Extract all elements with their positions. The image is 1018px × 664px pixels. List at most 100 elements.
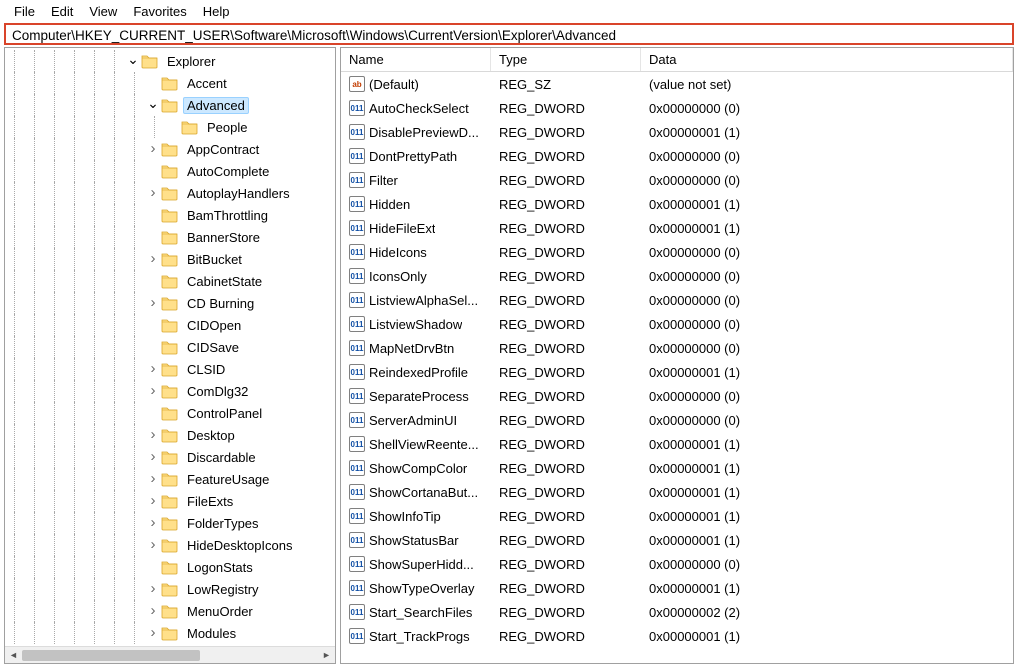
tree-item[interactable]: ›ComDlg32	[5, 380, 335, 402]
tree-scroll[interactable]: ⌄ExplorerAccent⌄AdvancedPeople›AppContra…	[5, 48, 335, 646]
tree-item[interactable]: ›HideDesktopIcons	[5, 534, 335, 556]
tree-item[interactable]: Accent	[5, 72, 335, 94]
chevron-right-icon[interactable]: ›	[145, 624, 161, 640]
tree-item[interactable]: ›FolderTypes	[5, 512, 335, 534]
tree-guide	[25, 292, 45, 314]
value-data: 0x00000001 (1)	[641, 125, 1013, 140]
tree-item[interactable]: BamThrottling	[5, 204, 335, 226]
value-row[interactable]: 011DisablePreviewD...REG_DWORD0x00000001…	[341, 120, 1013, 144]
value-row[interactable]: 011SeparateProcessREG_DWORD0x00000000 (0…	[341, 384, 1013, 408]
tree-item[interactable]: ⌄Advanced	[5, 94, 335, 116]
menu-favorites[interactable]: Favorites	[125, 2, 194, 21]
tree-guide	[45, 446, 65, 468]
value-row[interactable]: 011ListviewShadowREG_DWORD0x00000000 (0)	[341, 312, 1013, 336]
value-row[interactable]: 011FilterREG_DWORD0x00000000 (0)	[341, 168, 1013, 192]
folder-icon	[161, 163, 179, 179]
chevron-down-icon[interactable]: ⌄	[145, 95, 161, 111]
tree-item[interactable]: ›AppContract	[5, 138, 335, 160]
tree-horizontal-scrollbar[interactable]: ◄ ►	[5, 646, 335, 663]
tree-item[interactable]: ›FeatureUsage	[5, 468, 335, 490]
tree-item-label: Discardable	[183, 449, 260, 466]
tree-item[interactable]: ›LowRegistry	[5, 578, 335, 600]
value-row[interactable]: 011DontPrettyPathREG_DWORD0x00000000 (0)	[341, 144, 1013, 168]
tree-item[interactable]: ›Desktop	[5, 424, 335, 446]
tree-item[interactable]: ›MenuOrder	[5, 600, 335, 622]
chevron-right-icon[interactable]: ›	[145, 294, 161, 310]
menu-edit[interactable]: Edit	[43, 2, 81, 21]
tree-guide	[85, 534, 105, 556]
chevron-right-icon[interactable]: ›	[145, 602, 161, 618]
value-row[interactable]: 011HideFileExtREG_DWORD0x00000001 (1)	[341, 216, 1013, 240]
tree-item[interactable]: CIDOpen	[5, 314, 335, 336]
tree-item[interactable]: AutoComplete	[5, 160, 335, 182]
value-row[interactable]: 011Start_TrackProgsREG_DWORD0x00000001 (…	[341, 624, 1013, 648]
chevron-right-icon[interactable]: ›	[145, 514, 161, 530]
tree-item[interactable]: › Discardable	[5, 446, 335, 468]
value-row[interactable]: 011ReindexedProfileREG_DWORD0x00000001 (…	[341, 360, 1013, 384]
address-bar[interactable]: Computer\HKEY_CURRENT_USER\Software\Micr…	[4, 23, 1014, 45]
chevron-right-icon[interactable]: ›	[145, 448, 161, 464]
column-header-type[interactable]: Type	[491, 48, 641, 71]
value-row[interactable]: 011ListviewAlphaSel...REG_DWORD0x0000000…	[341, 288, 1013, 312]
tree-item[interactable]: ›CLSID	[5, 358, 335, 380]
value-row[interactable]: 011ServerAdminUIREG_DWORD0x00000000 (0)	[341, 408, 1013, 432]
tree-item[interactable]: CIDSave	[5, 336, 335, 358]
hscroll-thumb[interactable]	[22, 650, 200, 661]
hscroll-track[interactable]	[22, 647, 318, 664]
menu-view[interactable]: View	[81, 2, 125, 21]
tree-item[interactable]: BannerStore	[5, 226, 335, 248]
value-row[interactable]: 011IconsOnlyREG_DWORD0x00000000 (0)	[341, 264, 1013, 288]
column-header-name[interactable]: Name	[341, 48, 491, 71]
value-row[interactable]: 011ShellViewReente...REG_DWORD0x00000001…	[341, 432, 1013, 456]
value-row[interactable]: 011HideIconsREG_DWORD0x00000000 (0)	[341, 240, 1013, 264]
values-scroll[interactable]: ab(Default)REG_SZ(value not set)011AutoC…	[341, 72, 1013, 663]
folder-icon	[161, 537, 179, 553]
tree-item[interactable]: LogonStats	[5, 556, 335, 578]
dword-value-icon: 011	[349, 604, 365, 620]
tree-guide	[85, 358, 105, 380]
value-type: REG_DWORD	[491, 197, 641, 212]
tree-item[interactable]: ›BitBucket	[5, 248, 335, 270]
chevron-right-icon[interactable]: ›	[145, 492, 161, 508]
chevron-right-icon[interactable]: ›	[145, 470, 161, 486]
tree-item[interactable]: People	[5, 116, 335, 138]
value-row[interactable]: 011ShowSuperHidd...REG_DWORD0x00000000 (…	[341, 552, 1013, 576]
chevron-right-icon[interactable]: ›	[145, 382, 161, 398]
chevron-right-icon[interactable]: ›	[145, 184, 161, 200]
tree-item[interactable]: ›AutoplayHandlers	[5, 182, 335, 204]
hscroll-right-arrow-icon[interactable]: ►	[318, 647, 335, 664]
tree-item[interactable]: CabinetState	[5, 270, 335, 292]
tree-guide	[85, 380, 105, 402]
chevron-right-icon[interactable]: ›	[145, 360, 161, 376]
value-row[interactable]: 011AutoCheckSelectREG_DWORD0x00000000 (0…	[341, 96, 1013, 120]
chevron-right-icon[interactable]: ›	[145, 536, 161, 552]
chevron-right-icon[interactable]: ›	[145, 250, 161, 266]
folder-icon	[161, 603, 179, 619]
value-row[interactable]: ab(Default)REG_SZ(value not set)	[341, 72, 1013, 96]
tree-item[interactable]: ›Modules	[5, 622, 335, 644]
tree-guide	[105, 138, 125, 160]
hscroll-left-arrow-icon[interactable]: ◄	[5, 647, 22, 664]
tree-item[interactable]: ⌄Explorer	[5, 50, 335, 72]
value-row[interactable]: 011MapNetDrvBtnREG_DWORD0x00000000 (0)	[341, 336, 1013, 360]
value-row[interactable]: 011ShowCortanaBut...REG_DWORD0x00000001 …	[341, 480, 1013, 504]
value-name: DisablePreviewD...	[369, 125, 479, 140]
value-row[interactable]: 011ShowStatusBarREG_DWORD0x00000001 (1)	[341, 528, 1013, 552]
value-row[interactable]: 011ShowCompColorREG_DWORD0x00000001 (1)	[341, 456, 1013, 480]
tree-item[interactable]: ›CD Burning	[5, 292, 335, 314]
menu-file[interactable]: File	[6, 2, 43, 21]
value-row[interactable]: 011HiddenREG_DWORD0x00000001 (1)	[341, 192, 1013, 216]
chevron-right-icon[interactable]: ›	[145, 426, 161, 442]
chevron-right-icon[interactable]: ›	[145, 580, 161, 596]
menu-help[interactable]: Help	[195, 2, 238, 21]
value-row[interactable]: 011Start_SearchFilesREG_DWORD0x00000002 …	[341, 600, 1013, 624]
chevron-down-icon[interactable]: ⌄	[125, 51, 141, 67]
chevron-right-icon[interactable]: ›	[145, 140, 161, 156]
column-header-data[interactable]: Data	[641, 48, 1013, 71]
tree-item[interactable]: ControlPanel	[5, 402, 335, 424]
value-row[interactable]: 011ShowTypeOverlayREG_DWORD0x00000001 (1…	[341, 576, 1013, 600]
tree-guide	[65, 292, 85, 314]
value-row[interactable]: 011ShowInfoTipREG_DWORD0x00000001 (1)	[341, 504, 1013, 528]
expander-placeholder	[145, 317, 161, 333]
tree-item[interactable]: ›FileExts	[5, 490, 335, 512]
